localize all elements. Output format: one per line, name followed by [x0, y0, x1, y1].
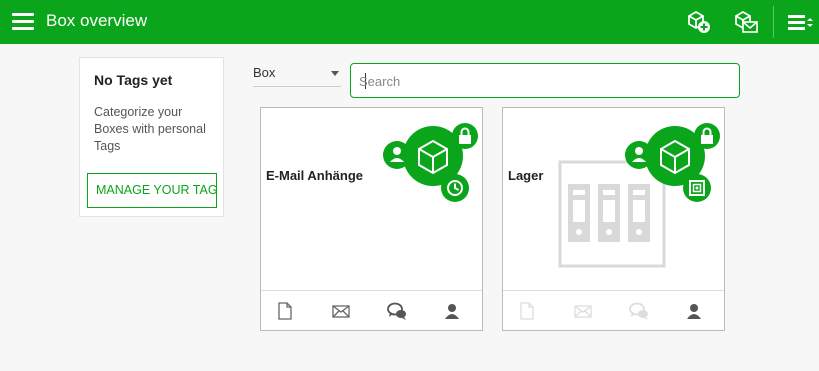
tags-heading: No Tags yet	[94, 72, 173, 88]
box-card-footer	[503, 290, 724, 330]
box-name: Lager	[508, 168, 544, 183]
mail-box-icon[interactable]	[733, 10, 759, 34]
box-status-badges	[383, 123, 478, 202]
page-title: Box overview	[46, 11, 148, 30]
mail-icon[interactable]	[573, 301, 593, 321]
box-status-badges	[625, 123, 720, 202]
search-input[interactable]	[359, 71, 729, 91]
user-icon[interactable]	[442, 301, 462, 321]
toolbar-divider	[773, 6, 774, 38]
chat-icon[interactable]	[386, 301, 406, 321]
manage-tags-button[interactable]: MANAGE YOUR TAGS	[87, 173, 217, 208]
mail-icon[interactable]	[331, 301, 351, 321]
user-icon[interactable]	[684, 301, 704, 321]
top-bar: Box overview	[0, 0, 819, 44]
box-name: E-Mail Anhänge	[266, 168, 364, 183]
box-type-select[interactable]: Box	[253, 63, 341, 87]
box-card-email-attachments[interactable]: E-Mail Anhänge	[260, 107, 483, 331]
hamburger-menu-icon[interactable]	[12, 12, 34, 32]
chat-icon[interactable]	[628, 301, 648, 321]
search-field[interactable]	[350, 63, 740, 98]
tags-panel: No Tags yet Categorize your Boxes with p…	[79, 57, 224, 217]
add-box-icon[interactable]	[686, 10, 712, 34]
chevron-down-icon	[331, 71, 339, 76]
tags-description: Categorize your Boxes with personal Tags	[94, 105, 206, 153]
box-card-footer	[261, 290, 482, 330]
file-icon[interactable]	[275, 301, 295, 321]
box-card-lager[interactable]: Lager	[502, 107, 725, 331]
box-type-value: Box	[253, 65, 276, 80]
list-menu-icon[interactable]	[786, 10, 813, 34]
file-icon[interactable]	[517, 301, 537, 321]
